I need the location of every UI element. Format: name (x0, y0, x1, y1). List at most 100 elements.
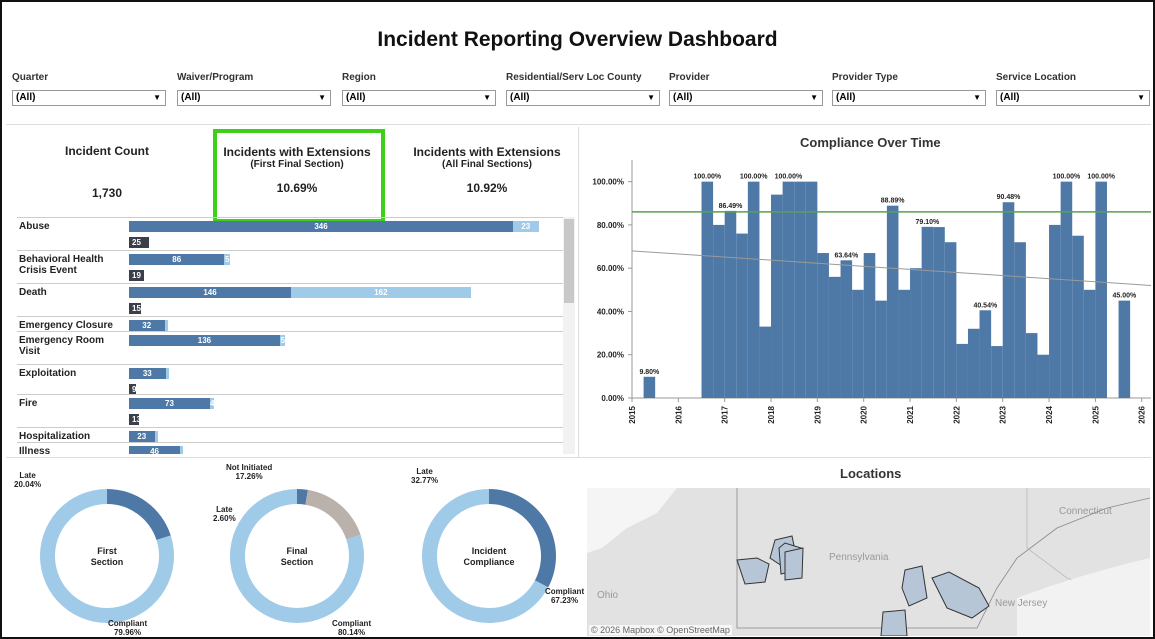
bar-segment-secondary[interactable] (154, 431, 158, 442)
bar-segment-primary[interactable]: 146 (129, 287, 292, 298)
bar-row[interactable]: Emergency Closure 32 (17, 316, 563, 332)
compliance-bar[interactable] (933, 227, 945, 398)
compliance-bar[interactable] (794, 181, 806, 398)
x-tick-label: 2026 (1138, 405, 1147, 423)
x-tick-label: 2021 (906, 405, 915, 423)
service-area[interactable] (901, 565, 928, 607)
filter-select[interactable]: (All) ▼ (832, 90, 986, 106)
compliance-bar[interactable] (991, 346, 1003, 398)
bar-segment-secondary[interactable]: 5 (279, 335, 286, 346)
bar-segment-secondary[interactable]: 162 (291, 287, 471, 298)
compliance-bar[interactable] (910, 268, 922, 398)
bar-row[interactable]: Exploitation 33 9 (17, 364, 563, 395)
scrollbar[interactable] (563, 217, 575, 454)
bar-row[interactable]: Emergency Room Visit 136 5 (17, 331, 563, 365)
service-area[interactable] (880, 609, 908, 636)
donut-label-compliant: Compliant 80.14% (332, 619, 372, 637)
filter-value: (All) (673, 92, 693, 103)
bar-row[interactable]: Illness 46 (17, 442, 563, 454)
bar-segment-secondary[interactable]: 5 (224, 254, 230, 265)
bar-segment-secondary[interactable] (180, 446, 184, 454)
filter-select[interactable]: (All) ▼ (669, 90, 823, 106)
compliance-bar[interactable] (840, 260, 853, 398)
compliance-bar[interactable] (1037, 354, 1050, 398)
final-section-donut: Final Section (230, 489, 364, 623)
filter-select[interactable]: (All) ▼ (12, 90, 166, 106)
compliance-bar[interactable] (944, 242, 957, 398)
compliance-bar[interactable] (828, 276, 841, 398)
compliance-bar[interactable] (782, 181, 795, 398)
compliance-bar[interactable] (1014, 242, 1026, 398)
ocean-shape (1017, 558, 1150, 636)
bar-segment-secondary[interactable] (165, 368, 169, 379)
filter-quarter: Quarter (All) ▼ (12, 72, 166, 106)
compliance-bar[interactable] (817, 253, 829, 398)
donut-slice[interactable] (107, 489, 171, 541)
compliance-bar[interactable] (701, 181, 714, 398)
bar-segment-primary[interactable]: 86 (129, 254, 225, 265)
compliance-bar[interactable] (1072, 235, 1084, 398)
compliance-bar[interactable] (771, 194, 783, 398)
bar-row[interactable]: Abuse 346 23 25 (17, 217, 563, 251)
compliance-bar[interactable] (1083, 289, 1096, 398)
compliance-bar[interactable] (875, 300, 887, 398)
compliance-bar[interactable] (1049, 224, 1061, 398)
bar-segment-primary[interactable]: 33 (129, 368, 166, 379)
bar-segment-primary[interactable]: 32 (129, 320, 165, 331)
donut-label-late: Late 20.04% (14, 471, 42, 489)
service-area[interactable] (784, 547, 804, 581)
compliance-bar[interactable] (967, 328, 980, 398)
bar-row[interactable]: Death 146 162 15 (17, 283, 563, 317)
bar-segment-extension[interactable]: 25 (129, 237, 149, 248)
compliance-bar[interactable] (863, 253, 876, 398)
compliance-bar[interactable] (1095, 181, 1107, 398)
kpi-incident-count[interactable]: Incident Count 1,730 (32, 144, 182, 200)
compliance-bar[interactable] (1025, 333, 1038, 398)
compliance-bar[interactable] (805, 181, 818, 398)
service-area[interactable] (931, 571, 990, 619)
kpi-extensions-all[interactable]: Incidents with Extensions (All Final Sec… (404, 145, 570, 195)
filter-select[interactable]: (All) ▼ (342, 90, 496, 106)
compliance-bar[interactable] (713, 224, 725, 398)
bar-segment-extension[interactable]: 15 (129, 303, 141, 314)
compliance-bar[interactable] (643, 376, 656, 398)
filter-select[interactable]: (All) ▼ (996, 90, 1150, 106)
bar-segment-secondary[interactable] (164, 320, 168, 331)
bar-segment-extension[interactable]: 13 (129, 414, 140, 425)
bar-segment-primary[interactable]: 73 (129, 398, 211, 409)
scrollbar-thumb[interactable] (564, 219, 574, 303)
compliance-bar[interactable] (759, 326, 772, 398)
bar-segment-primary[interactable]: 346 (129, 221, 513, 232)
chevron-down-icon: ▼ (1137, 93, 1145, 102)
donut-slice[interactable] (489, 489, 556, 588)
bar-data-label: 45.00% (1112, 293, 1137, 300)
bar-row[interactable]: Fire 734 13 (17, 394, 563, 428)
compliance-bar[interactable] (1060, 181, 1073, 398)
service-area[interactable] (736, 557, 770, 585)
kpi-extensions-first[interactable]: Incidents with Extensions (First Final S… (217, 145, 377, 195)
bar-segment-extension[interactable]: 19 (129, 270, 145, 281)
compliance-bar[interactable] (747, 181, 760, 398)
bar-row[interactable]: Hospitalization 23 (17, 427, 563, 443)
bar-segment-secondary[interactable]: 23 (513, 221, 539, 232)
compliance-bar[interactable] (1002, 202, 1015, 398)
bar-data-label: 9.80% (639, 369, 660, 376)
compliance-bar[interactable] (852, 289, 864, 398)
bar-segment-primary[interactable]: 136 (129, 335, 280, 346)
filter-provider: Provider (All) ▼ (669, 72, 823, 106)
compliance-bar[interactable] (956, 343, 968, 398)
compliance-bar[interactable] (921, 226, 934, 398)
bar-row[interactable]: Behavioral Health Crisis Event 86 5 19 (17, 250, 563, 284)
bar-segment-secondary[interactable]: 4 (210, 398, 215, 409)
compliance-bar[interactable] (979, 310, 992, 398)
compliance-bar[interactable] (886, 205, 899, 398)
donut-slice[interactable] (305, 489, 361, 540)
bar-segment-primary[interactable]: 46 (129, 446, 181, 454)
locations-map[interactable]: Connecticut Pennsylvania Ohio New Jersey… (587, 488, 1150, 636)
compliance-bar[interactable] (1118, 300, 1131, 398)
filter-select[interactable]: (All) ▼ (506, 90, 660, 106)
compliance-bar[interactable] (724, 210, 737, 398)
compliance-bar[interactable] (898, 289, 911, 398)
bar-segment-primary[interactable]: 23 (129, 431, 155, 442)
filter-select[interactable]: (All) ▼ (177, 90, 331, 106)
